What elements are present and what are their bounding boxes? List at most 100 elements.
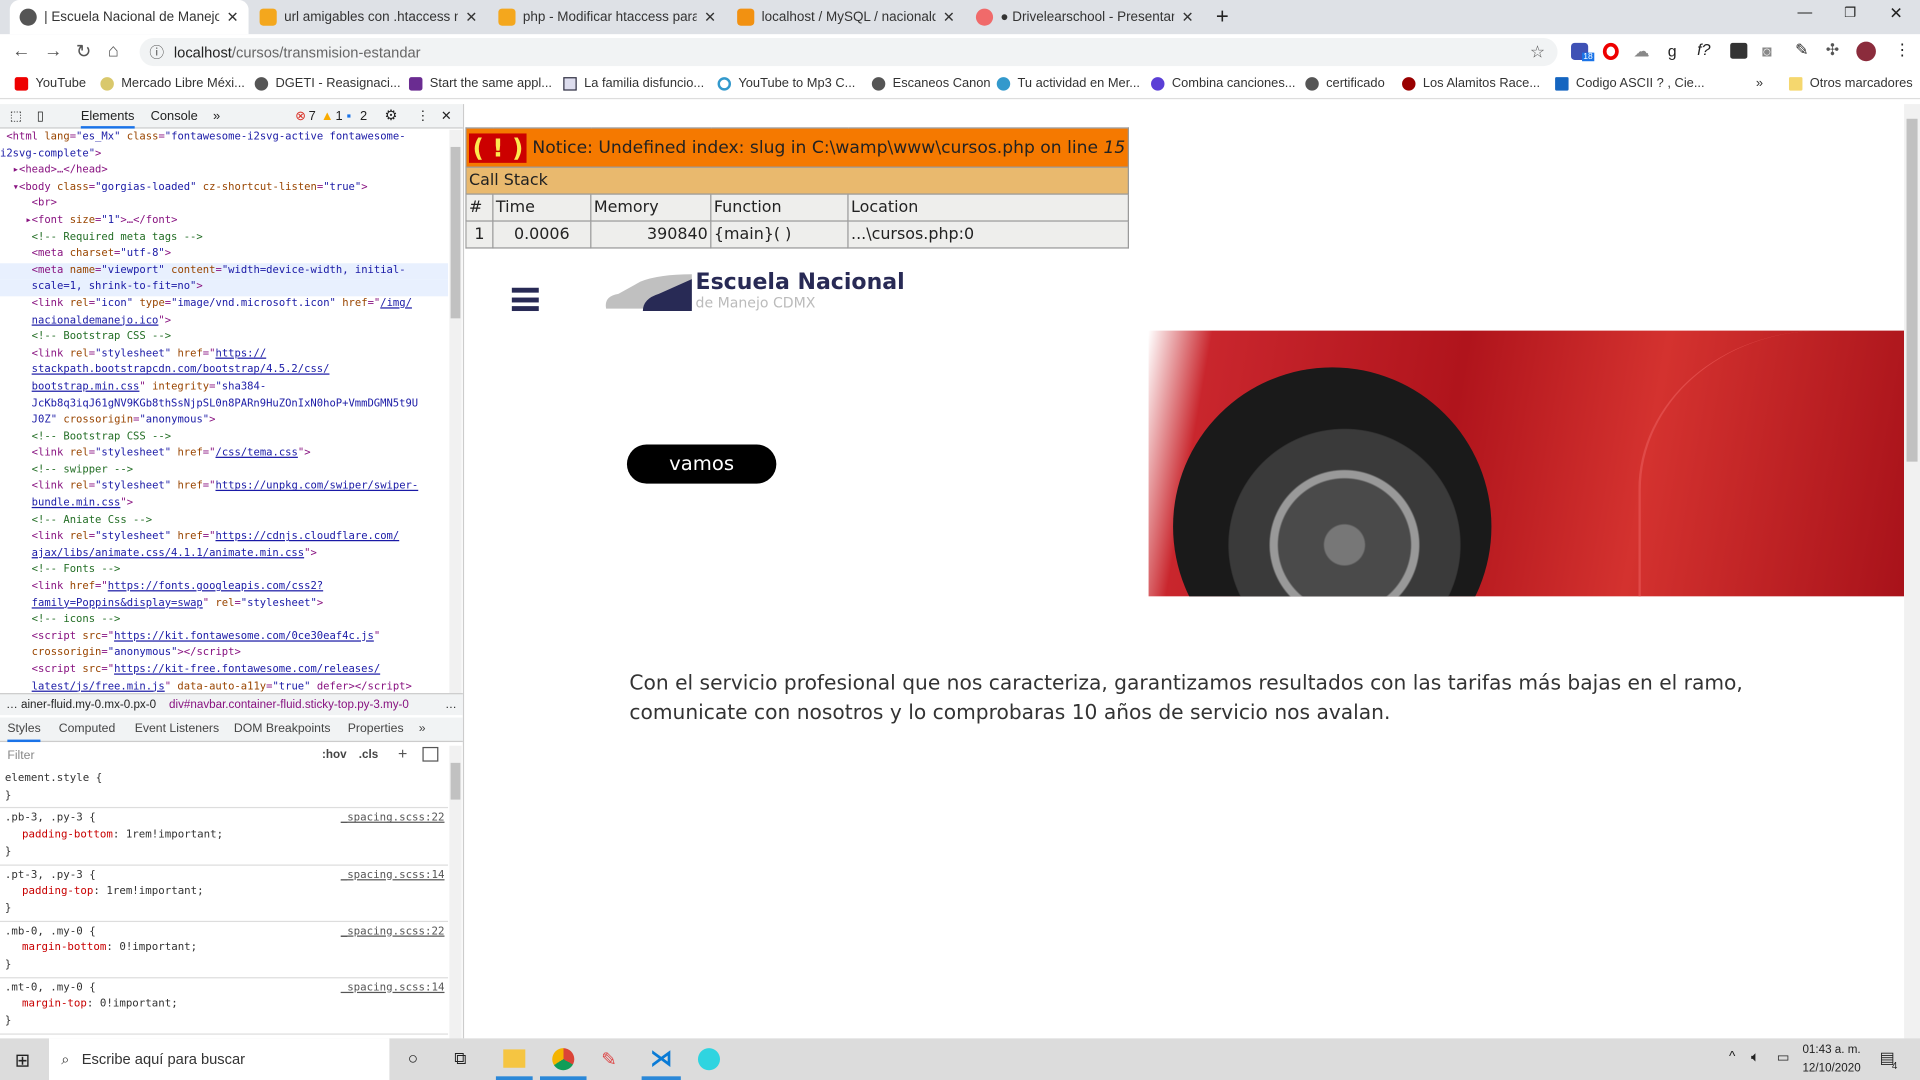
source-link[interactable]: _spacing.scss:22 <box>341 924 445 941</box>
chevron-up-icon[interactable]: ^ <box>1729 1049 1735 1064</box>
source-link[interactable]: _spacing.scss:14 <box>341 980 445 997</box>
file-explorer-icon[interactable] <box>503 1049 526 1068</box>
taskbar-search-input[interactable]: ⌕ Escribe aquí para buscar <box>48 1038 390 1080</box>
tab-event-listeners[interactable]: Event Listeners <box>135 722 219 735</box>
tab-escuela[interactable]: | Escuela Nacional de Manejo ✕ <box>9 0 249 35</box>
clock-date[interactable]: 12/10/2020 <box>1802 1062 1860 1075</box>
network-icon[interactable]: ▭ <box>1777 1049 1790 1066</box>
tab-url-amigables[interactable]: url amigables con .htaccess no fu✕ <box>250 0 488 34</box>
warning-icon: ▲ <box>320 108 334 124</box>
new-tab-button[interactable]: + <box>1216 4 1229 30</box>
inspect-icon[interactable]: ⬚ <box>10 109 22 124</box>
tab-dom-breakpoints[interactable]: DOM Breakpoints <box>234 722 331 735</box>
windows-start-icon[interactable]: ⊞ <box>15 1049 30 1072</box>
bookmark-mercadolibre[interactable]: Mercado Libre Méxi... <box>100 76 245 91</box>
elements-tree[interactable]: <html lang="es_Mx" class="fontawesome-i2… <box>0 130 449 693</box>
css-rule[interactable]: .pb-3, .py-3 {_spacing.scss:22 padding-bo… <box>0 809 449 866</box>
eyedropper-icon[interactable]: ✎ <box>1795 40 1808 60</box>
css-rule[interactable]: .mt-0, .my-0 {_spacing.scss:14 margin-top… <box>0 978 449 1035</box>
opera-icon[interactable] <box>1602 42 1619 61</box>
bookmark-alamitos[interactable]: Los Alamitos Race... <box>1402 76 1540 91</box>
home-icon[interactable]: ⌂ <box>108 40 119 61</box>
tab-elements[interactable]: Elements <box>80 104 135 129</box>
star-icon[interactable]: ☆ <box>1530 42 1545 63</box>
new-rule-icon[interactable]: + <box>398 744 407 762</box>
devtools-toolbar: ⬚ ▯ Elements Console » ⊗ 7 ▲ 1 ▪ 2 ⚙ ⋮ ✕ <box>0 104 463 129</box>
more-bookmarks-icon[interactable]: » <box>1756 76 1763 91</box>
close-icon[interactable]: ✕ <box>465 9 477 26</box>
hamburger-menu-icon[interactable] <box>511 287 539 312</box>
bookmark-otros[interactable]: Otros marcadores <box>1788 76 1913 91</box>
restore-button[interactable]: ❐ <box>1844 5 1856 21</box>
more-tabs-icon[interactable]: » <box>213 109 220 124</box>
device-toggle-icon[interactable]: ▯ <box>37 109 44 124</box>
reload-icon[interactable]: ↻ <box>76 40 91 63</box>
sidebar-toggle-icon[interactable] <box>422 746 439 762</box>
bookmark-escaneos[interactable]: Escaneos Canon <box>871 76 991 91</box>
styles-filter-input[interactable]: Filter <box>4 746 310 768</box>
bookmark-actividad[interactable]: Tu actividad en Mer... <box>996 76 1140 91</box>
grammarly-icon[interactable]: g <box>1668 42 1677 60</box>
bookmark-ascii[interactable]: Codigo ASCII ? , Cie... <box>1555 76 1705 91</box>
tab-drivelearschool[interactable]: ● Drivelearschool - Presentar Wi✕ <box>966 0 1204 34</box>
breadcrumb-item[interactable]: … ainer-fluid.my-0.mx-0.px-0 <box>6 698 156 711</box>
bookmark-youtube[interactable]: YouTube <box>14 76 86 91</box>
tab-php-htaccess[interactable]: php - Modificar htaccess para ob✕ <box>489 0 727 34</box>
source-link[interactable]: _spacing.scss:14 <box>341 868 445 885</box>
volume-icon[interactable]: 🔈︎ <box>1751 1048 1760 1066</box>
app-icon[interactable]: ✎ <box>601 1048 616 1070</box>
back-icon[interactable]: ← <box>12 40 30 61</box>
phpmyadmin-icon <box>737 8 755 26</box>
address-bar[interactable]: ⓘ localhost/cursos/transmision-estandar … <box>139 37 1558 67</box>
puzzle-icon[interactable]: ✣ <box>1826 40 1839 60</box>
vamos-button[interactable]: vamos <box>626 444 777 484</box>
tab-console[interactable]: Console <box>151 109 198 124</box>
menu-icon[interactable]: ⋮ <box>1894 40 1910 60</box>
tab-properties[interactable]: Properties <box>348 722 404 735</box>
extension-icon[interactable]: ☁ <box>1633 42 1649 62</box>
minimize-button[interactable]: — <box>1798 4 1813 21</box>
error-icon: ⊗ <box>295 108 306 124</box>
forward-icon[interactable]: → <box>44 40 62 61</box>
elements-scrollbar[interactable] <box>449 129 462 694</box>
bookmark-combina[interactable]: Combina canciones... <box>1151 76 1295 91</box>
close-window-button[interactable]: ✕ <box>1889 4 1902 24</box>
extension-icon[interactable] <box>1730 42 1748 59</box>
css-rule[interactable]: element.style {} <box>0 769 449 809</box>
close-devtools-icon[interactable]: ✕ <box>441 109 452 124</box>
vscode-icon[interactable]: ⋊ <box>650 1046 672 1072</box>
settings-icon[interactable]: ⚙ <box>384 107 397 124</box>
close-icon[interactable]: ✕ <box>943 9 955 26</box>
camera-icon[interactable]: ◙ <box>1762 42 1772 60</box>
avatar[interactable] <box>1856 41 1876 62</box>
task-view-icon[interactable]: ⧉ <box>454 1048 466 1069</box>
cls-toggle[interactable]: .cls <box>359 748 378 761</box>
bookmark-certificado[interactable]: certificado <box>1305 76 1385 91</box>
tab-phpmyadmin[interactable]: localhost / MySQL / nacionaldem✕ <box>727 0 965 34</box>
app-icon[interactable] <box>697 1048 721 1071</box>
css-rule[interactable]: .mb-0, .my-0 {_spacing.scss:22 margin-bot… <box>0 922 449 979</box>
logo[interactable]: Escuela Nacional de Manejo CDMX <box>604 269 922 324</box>
hov-toggle[interactable]: :hov <box>322 748 347 761</box>
message-icon: ▪ <box>346 108 352 124</box>
bookmark-youtube-mp3[interactable]: YouTube to Mp3 C... <box>717 76 855 91</box>
function-icon[interactable]: f? <box>1697 40 1710 58</box>
styles-scrollbar[interactable] <box>449 745 462 1039</box>
bookmark-familia[interactable]: La familia disfuncio... <box>563 76 704 91</box>
clock-time[interactable]: 01:43 a. m. <box>1802 1043 1860 1056</box>
source-link[interactable]: _spacing.scss:22 <box>341 811 445 828</box>
chrome-icon[interactable] <box>552 1048 575 1071</box>
close-icon[interactable]: ✕ <box>226 9 238 26</box>
bookmark-start-same-app[interactable]: Start the same appl... <box>408 76 552 91</box>
more-icon[interactable]: ⋮ <box>416 109 429 124</box>
cortana-icon[interactable]: ○ <box>408 1048 418 1068</box>
tab-styles[interactable]: Styles <box>7 718 41 743</box>
css-rule[interactable]: .pt-3, .py-3 {_spacing.scss:14 padding-to… <box>0 865 449 922</box>
close-icon[interactable]: ✕ <box>1182 9 1194 26</box>
page-scrollbar[interactable] <box>1904 104 1920 1039</box>
close-icon[interactable]: ✕ <box>704 9 716 26</box>
tab-computed[interactable]: Computed <box>59 722 115 735</box>
breadcrumb-item[interactable]: div#navbar.container-fluid.sticky-top.py… <box>169 698 409 711</box>
bookmark-dgeti[interactable]: DGETI - Reasignaci... <box>254 76 401 91</box>
more-tabs-icon[interactable]: » <box>419 722 426 735</box>
